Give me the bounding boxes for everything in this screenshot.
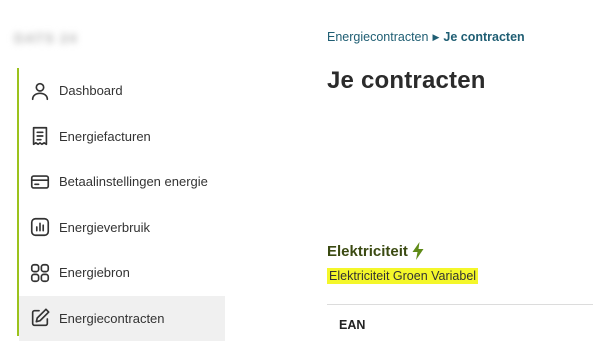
sidebar-item-label: Dashboard xyxy=(59,83,123,98)
user-icon xyxy=(29,80,51,102)
sidebar-item-label: Energieverbruik xyxy=(59,220,150,235)
bar-chart-icon xyxy=(29,216,51,238)
sidebar-item-energieverbruik[interactable]: Energieverbruik xyxy=(19,205,225,251)
edit-icon xyxy=(29,307,51,329)
main-content: Energiecontracten ▶ Je contracten Je con… xyxy=(327,0,605,336)
section-title-elektriciteit: Elektriciteit xyxy=(327,242,424,260)
lightning-bolt-icon xyxy=(412,242,424,260)
credit-card-icon xyxy=(29,171,51,193)
page-title: Je contracten xyxy=(327,67,486,95)
receipt-icon xyxy=(29,125,51,147)
sidebar-item-betaalinstellingen[interactable]: Betaalinstellingen energie xyxy=(19,159,225,205)
contract-name: Elektriciteit Groen Variabel xyxy=(327,268,478,284)
user-name: DATS 24 xyxy=(14,30,86,50)
section-title-text: Elektriciteit xyxy=(327,243,408,260)
sidebar-item-label: Energiecontracten xyxy=(59,311,165,326)
ean-label: EAN xyxy=(339,318,365,332)
sidebar-item-label: Betaalinstellingen energie xyxy=(59,174,208,189)
sidebar-item-dashboard[interactable]: Dashboard xyxy=(19,68,225,114)
sidebar-item-energiefacturen[interactable]: Energiefacturen xyxy=(19,114,225,160)
sidebar-item-energiebron[interactable]: Energiebron xyxy=(19,250,225,296)
divider xyxy=(327,304,593,305)
breadcrumb: Energiecontracten ▶ Je contracten xyxy=(327,30,525,44)
breadcrumb-link-energiecontracten[interactable]: Energiecontracten xyxy=(327,30,428,44)
caret-right-icon: ▶ xyxy=(432,32,439,43)
sidebar-item-energiecontracten[interactable]: Energiecontracten xyxy=(19,296,225,341)
sidebar-item-label: Energiefacturen xyxy=(59,129,151,144)
sidebar-item-label: Energiebron xyxy=(59,265,130,280)
breadcrumb-current: Je contracten xyxy=(443,30,524,44)
grid-icon xyxy=(29,262,51,284)
sidebar-nav: Dashboard Energiefacturen Betaalinstelli… xyxy=(17,68,225,336)
